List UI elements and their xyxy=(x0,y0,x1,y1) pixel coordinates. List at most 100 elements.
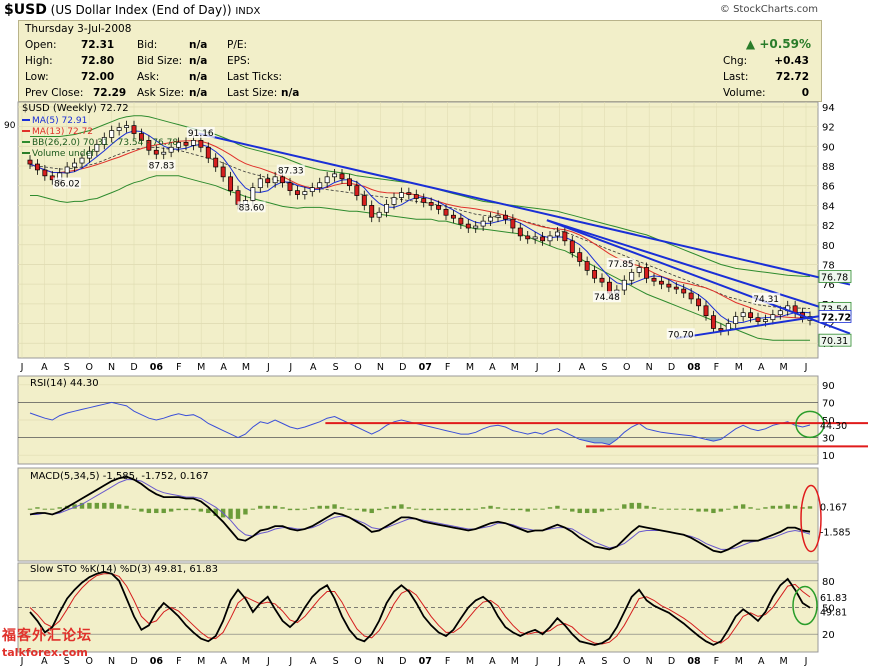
candle-down xyxy=(153,149,159,155)
macd-histogram-bar xyxy=(510,508,516,511)
bottom-x-axis-label: M xyxy=(779,656,787,667)
macd-histogram-bar xyxy=(726,508,731,510)
candle-up xyxy=(495,214,501,218)
macd-histogram-bar xyxy=(443,508,449,511)
candle-down xyxy=(294,190,300,195)
rsi-ytick: 30 xyxy=(822,434,835,445)
sto-value-tag: 49.81 xyxy=(820,608,847,619)
macd-histogram-bar xyxy=(317,505,322,509)
price-value-tag: 76.78 xyxy=(821,272,848,283)
candle-down xyxy=(406,192,412,195)
legend-entry: Volume undef xyxy=(32,149,95,159)
bottom-x-axis-label: D xyxy=(130,656,137,667)
candle-down xyxy=(183,142,189,146)
macd-histogram-bar xyxy=(532,508,538,510)
price-title: $USD (Weekly) 72.72 xyxy=(22,103,129,114)
candle-down xyxy=(540,236,546,242)
candle-up xyxy=(777,310,783,316)
candle-up xyxy=(124,125,130,128)
candle-down xyxy=(748,312,754,318)
macd-histogram-bar xyxy=(748,507,753,509)
candle-up xyxy=(384,204,390,213)
macd-histogram-bar xyxy=(740,504,746,509)
macd-histogram-bar xyxy=(562,508,568,510)
candle-up xyxy=(64,166,70,174)
sto-value-tag: 61.83 xyxy=(820,593,847,604)
macd-histogram-bar xyxy=(651,507,657,509)
candle-down xyxy=(213,157,219,168)
candle-up xyxy=(473,225,479,229)
candle-down xyxy=(287,182,293,191)
candle-down xyxy=(592,270,598,279)
macd-histogram-bar xyxy=(235,508,241,519)
macd-histogram-bar xyxy=(614,508,620,510)
macd-histogram-bar xyxy=(228,508,233,519)
candle-down xyxy=(421,198,427,203)
price-annotation: 86.02 xyxy=(54,179,80,189)
macd-histogram-bar xyxy=(547,507,553,509)
macd-histogram-bar xyxy=(711,508,716,514)
candle-down xyxy=(428,202,434,206)
chart-area: 70727476788082848688909294JASOND06FMAMJJ… xyxy=(4,101,868,667)
macd-histogram-bar xyxy=(154,508,159,514)
candle-down xyxy=(34,163,40,171)
x-axis-label: F xyxy=(714,362,719,373)
macd-histogram-bar xyxy=(168,508,174,512)
candle-up xyxy=(762,319,768,322)
candle-down xyxy=(703,305,709,317)
price-ytick: 82 xyxy=(822,221,835,232)
candle-up xyxy=(250,187,256,201)
candle-down xyxy=(228,176,234,191)
candle-down xyxy=(443,208,449,216)
candle-down xyxy=(369,205,375,218)
bottom-x-axis-label: F xyxy=(714,656,719,667)
candle-down xyxy=(688,292,694,300)
macd-histogram-bar xyxy=(302,508,308,510)
candle-up xyxy=(391,197,397,205)
price-annotation: 70.70 xyxy=(668,330,694,340)
x-axis-label: A xyxy=(489,362,496,373)
macd-histogram-bar xyxy=(644,505,649,509)
candle-up xyxy=(272,176,278,184)
candle-down xyxy=(280,176,286,184)
macd-histogram-bar xyxy=(250,508,256,510)
macd-histogram-bar xyxy=(659,508,664,510)
macd-histogram-bar xyxy=(451,508,456,511)
macd-title: MACD(5,34,5) -1.585, -1.752, 0.167 xyxy=(30,471,209,482)
x-axis-label: F xyxy=(445,362,450,373)
macd-histogram-bar xyxy=(376,508,382,511)
macd-histogram-bar xyxy=(414,508,419,510)
macd-histogram-bar xyxy=(792,505,798,509)
macd-histogram-bar xyxy=(436,508,441,511)
macd-histogram-bar xyxy=(807,506,813,509)
candle-down xyxy=(673,286,679,290)
candle-up xyxy=(554,231,560,237)
candle-down xyxy=(584,261,590,271)
macd-histogram-bar xyxy=(146,508,152,514)
x-axis-label: M xyxy=(735,362,743,373)
candle-up xyxy=(332,173,338,178)
macd-histogram-bar xyxy=(391,505,397,509)
bottom-x-axis-label: A xyxy=(220,656,227,667)
macd-histogram-bar xyxy=(287,508,293,511)
macd-histogram-bar xyxy=(258,505,263,509)
bottom-x-axis-label: A xyxy=(310,656,317,667)
price-annotation: 87.83 xyxy=(149,162,175,172)
macd-histogram-bar xyxy=(354,508,360,511)
x-axis-label: J xyxy=(804,362,808,373)
x-axis-label: J xyxy=(288,362,292,373)
x-axis-label: M xyxy=(197,362,205,373)
macd-histogram-bar xyxy=(124,505,129,509)
macd-histogram-bar xyxy=(332,504,337,509)
candle-down xyxy=(658,280,664,285)
rsi-ytick: 90 xyxy=(822,381,835,392)
price-ytick: 88 xyxy=(822,162,835,173)
x-axis-label: 07 xyxy=(419,362,432,373)
x-axis-label: N xyxy=(646,362,653,373)
watermark-title: 福客外汇论坛 xyxy=(2,628,92,644)
macd-histogram-bar xyxy=(428,508,434,511)
candle-up xyxy=(317,182,323,189)
bottom-x-axis-label: M xyxy=(197,656,205,667)
candle-down xyxy=(681,288,687,294)
x-axis-label: A xyxy=(310,362,317,373)
